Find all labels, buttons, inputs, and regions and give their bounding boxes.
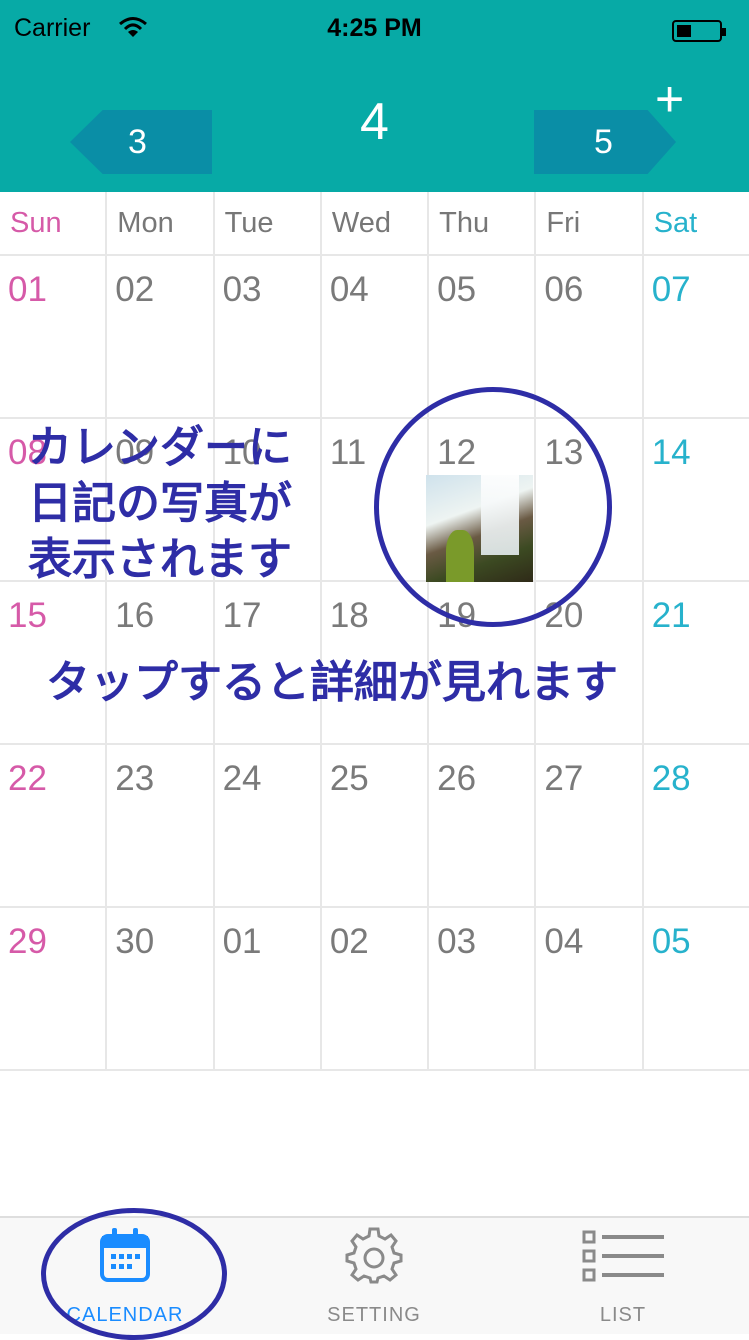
annotation-line: 表示されます	[28, 534, 292, 585]
weekday-mon: Mon	[107, 192, 215, 254]
day-number: 02	[329, 922, 369, 961]
header: Carrier 4:25 PM 3 4 5 +	[0, 0, 749, 192]
week-row: 22 23 24 25 26 27 28	[0, 745, 749, 908]
day-cell[interactable]: 24	[215, 745, 322, 906]
weekday-wed: Wed	[322, 192, 430, 254]
day-cell[interactable]: 06	[536, 256, 644, 417]
day-cell[interactable]: 22	[0, 745, 108, 906]
day-cell[interactable]: 25	[322, 745, 430, 906]
day-number: 28	[651, 759, 691, 798]
weekday-thu: Thu	[429, 192, 537, 254]
day-cell[interactable]: 26	[429, 745, 537, 906]
day-cell[interactable]: 05	[644, 908, 749, 1069]
weekday-fri: Fri	[536, 192, 644, 254]
day-number: 04	[329, 270, 369, 309]
calendar-grid: Sun Mon Tue Wed Thu Fri Sat 01 02 03 04 …	[0, 192, 749, 1071]
day-number: 23	[115, 759, 155, 798]
day-number: 27	[544, 759, 584, 798]
photo-annotation: カレンダーに 日記の写真が 表示されます	[28, 420, 292, 588]
day-number: 25	[329, 759, 369, 798]
highlight-circle	[374, 387, 612, 627]
day-cell[interactable]: 02	[107, 256, 215, 417]
tab-label: LIST	[599, 1304, 647, 1326]
day-number: 30	[115, 922, 155, 961]
day-cell[interactable]: 01	[215, 908, 322, 1069]
day-number: 01	[8, 270, 47, 309]
day-cell[interactable]: 23	[107, 745, 215, 906]
weekday-sat: Sat	[653, 207, 698, 239]
battery-icon	[672, 20, 726, 42]
day-number: 02	[115, 270, 155, 309]
day-number: 03	[222, 270, 262, 309]
gear-icon	[345, 1227, 403, 1284]
add-entry-button[interactable]: +	[655, 74, 684, 124]
day-number: 01	[222, 922, 262, 961]
day-number: 05	[437, 270, 477, 309]
day-cell[interactable]: 02	[322, 908, 430, 1069]
list-icon	[582, 1230, 664, 1282]
highlight-circle-tab	[41, 1208, 227, 1340]
day-number: 18	[329, 596, 369, 635]
day-number: 05	[651, 922, 691, 961]
day-cell[interactable]: 03	[429, 908, 537, 1069]
tap-annotation: タップすると詳細が見れます	[46, 657, 618, 708]
weekday-header: Sun Mon Tue Wed Thu Fri Sat	[0, 192, 749, 256]
day-cell[interactable]: 14	[644, 419, 749, 580]
status-bar: Carrier 4:25 PM	[0, 0, 749, 60]
week-row: 29 30 01 02 03 04 05	[0, 908, 749, 1071]
day-number: 24	[222, 759, 262, 798]
day-number: 03	[437, 922, 477, 961]
day-number: 07	[651, 270, 691, 309]
day-cell[interactable]: 28	[644, 745, 749, 906]
day-number: 15	[8, 596, 47, 635]
day-cell[interactable]: 03	[215, 256, 322, 417]
day-cell[interactable]: 04	[536, 908, 644, 1069]
weekday-tue: Tue	[215, 192, 322, 254]
day-number: 16	[115, 596, 155, 635]
weekday-sun: Sun	[0, 192, 108, 254]
status-time: 4:25 PM	[327, 14, 422, 42]
day-cell[interactable]: 01	[0, 256, 108, 417]
day-cell[interactable]: 29	[0, 908, 108, 1069]
day-number: 04	[544, 922, 584, 961]
day-cell[interactable]: 27	[536, 745, 644, 906]
day-number: 26	[437, 759, 477, 798]
day-number: 06	[544, 270, 584, 309]
tab-list[interactable]: LIST	[498, 1218, 748, 1334]
week-row: 01 02 03 04 05 06 07	[0, 256, 749, 419]
tab-setting[interactable]: SETTING	[249, 1218, 499, 1334]
annotation-line: 日記の写真が	[28, 478, 292, 529]
day-number: 17	[222, 596, 262, 635]
day-cell[interactable]: 07	[644, 256, 749, 417]
day-cell[interactable]: 04	[322, 256, 430, 417]
day-number: 22	[8, 759, 47, 798]
day-number: 21	[651, 596, 691, 635]
annotation-line: カレンダーに	[28, 422, 292, 473]
day-cell[interactable]: 21	[644, 582, 749, 743]
day-number: 11	[329, 433, 367, 472]
day-number: 29	[8, 922, 47, 961]
day-number: 14	[651, 433, 691, 472]
tab-label: SETTING	[327, 1304, 421, 1326]
day-cell[interactable]: 30	[107, 908, 215, 1069]
